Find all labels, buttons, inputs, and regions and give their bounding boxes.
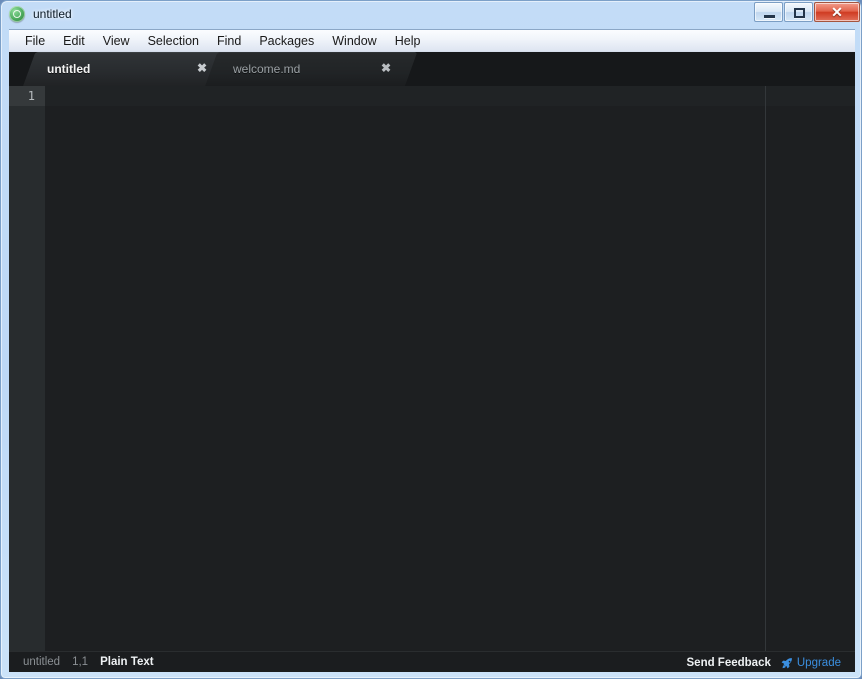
wrap-guide: [765, 86, 766, 651]
rocket-icon: [781, 657, 793, 669]
application-window: untitled ✕ File Edit View Selection Find…: [0, 0, 862, 679]
close-button[interactable]: ✕: [814, 2, 860, 22]
title-bar: untitled ✕: [1, 1, 861, 27]
window-title: untitled: [33, 7, 72, 21]
menu-item-help[interactable]: Help: [387, 32, 429, 50]
status-bar-left: untitled 1,1 Plain Text: [23, 656, 154, 668]
status-cursor-position[interactable]: 1,1: [72, 656, 88, 668]
upgrade-label: Upgrade: [796, 656, 841, 669]
menu-item-view[interactable]: View: [95, 32, 138, 50]
maximize-button[interactable]: [784, 2, 813, 22]
line-number-1: 1: [9, 86, 45, 106]
cursor-line-highlight: [45, 86, 855, 106]
tab-bar: untitled ✖ welcome.md ✖: [9, 52, 855, 87]
status-bar-right: Send Feedback Upgrade: [687, 652, 842, 672]
editor-text-surface[interactable]: [45, 86, 855, 651]
atom-logo-icon: [9, 6, 25, 22]
menu-item-window[interactable]: Window: [324, 32, 384, 50]
line-number-gutter: 1: [9, 86, 45, 651]
minimize-button[interactable]: [754, 2, 783, 22]
close-icon: ✕: [831, 4, 843, 20]
menu-item-find[interactable]: Find: [209, 32, 249, 50]
upgrade-link[interactable]: Upgrade: [781, 657, 841, 669]
tab-welcome-md[interactable]: welcome.md ✖: [205, 52, 418, 86]
status-file-name[interactable]: untitled: [23, 656, 60, 668]
menu-bar: File Edit View Selection Find Packages W…: [9, 29, 855, 52]
tab-untitled[interactable]: untitled ✖: [23, 52, 232, 86]
maximize-icon: [794, 8, 805, 18]
text-editor[interactable]: 1: [9, 86, 855, 651]
menu-item-edit[interactable]: Edit: [55, 32, 93, 50]
window-controls: ✕: [753, 2, 860, 22]
minimize-icon: [764, 15, 775, 18]
tab-welcome-md-close-icon[interactable]: ✖: [379, 61, 393, 75]
menu-item-selection[interactable]: Selection: [140, 32, 207, 50]
editor-workspace: untitled ✖ welcome.md ✖ 1 untitled 1,1 P…: [9, 52, 855, 672]
status-grammar-selector[interactable]: Plain Text: [100, 656, 153, 668]
menu-item-file[interactable]: File: [17, 32, 53, 50]
tab-untitled-close-icon[interactable]: ✖: [195, 61, 209, 75]
send-feedback-link[interactable]: Send Feedback: [687, 657, 771, 669]
status-bar: untitled 1,1 Plain Text Send Feedback Up…: [9, 651, 855, 672]
menu-item-packages[interactable]: Packages: [251, 32, 322, 50]
